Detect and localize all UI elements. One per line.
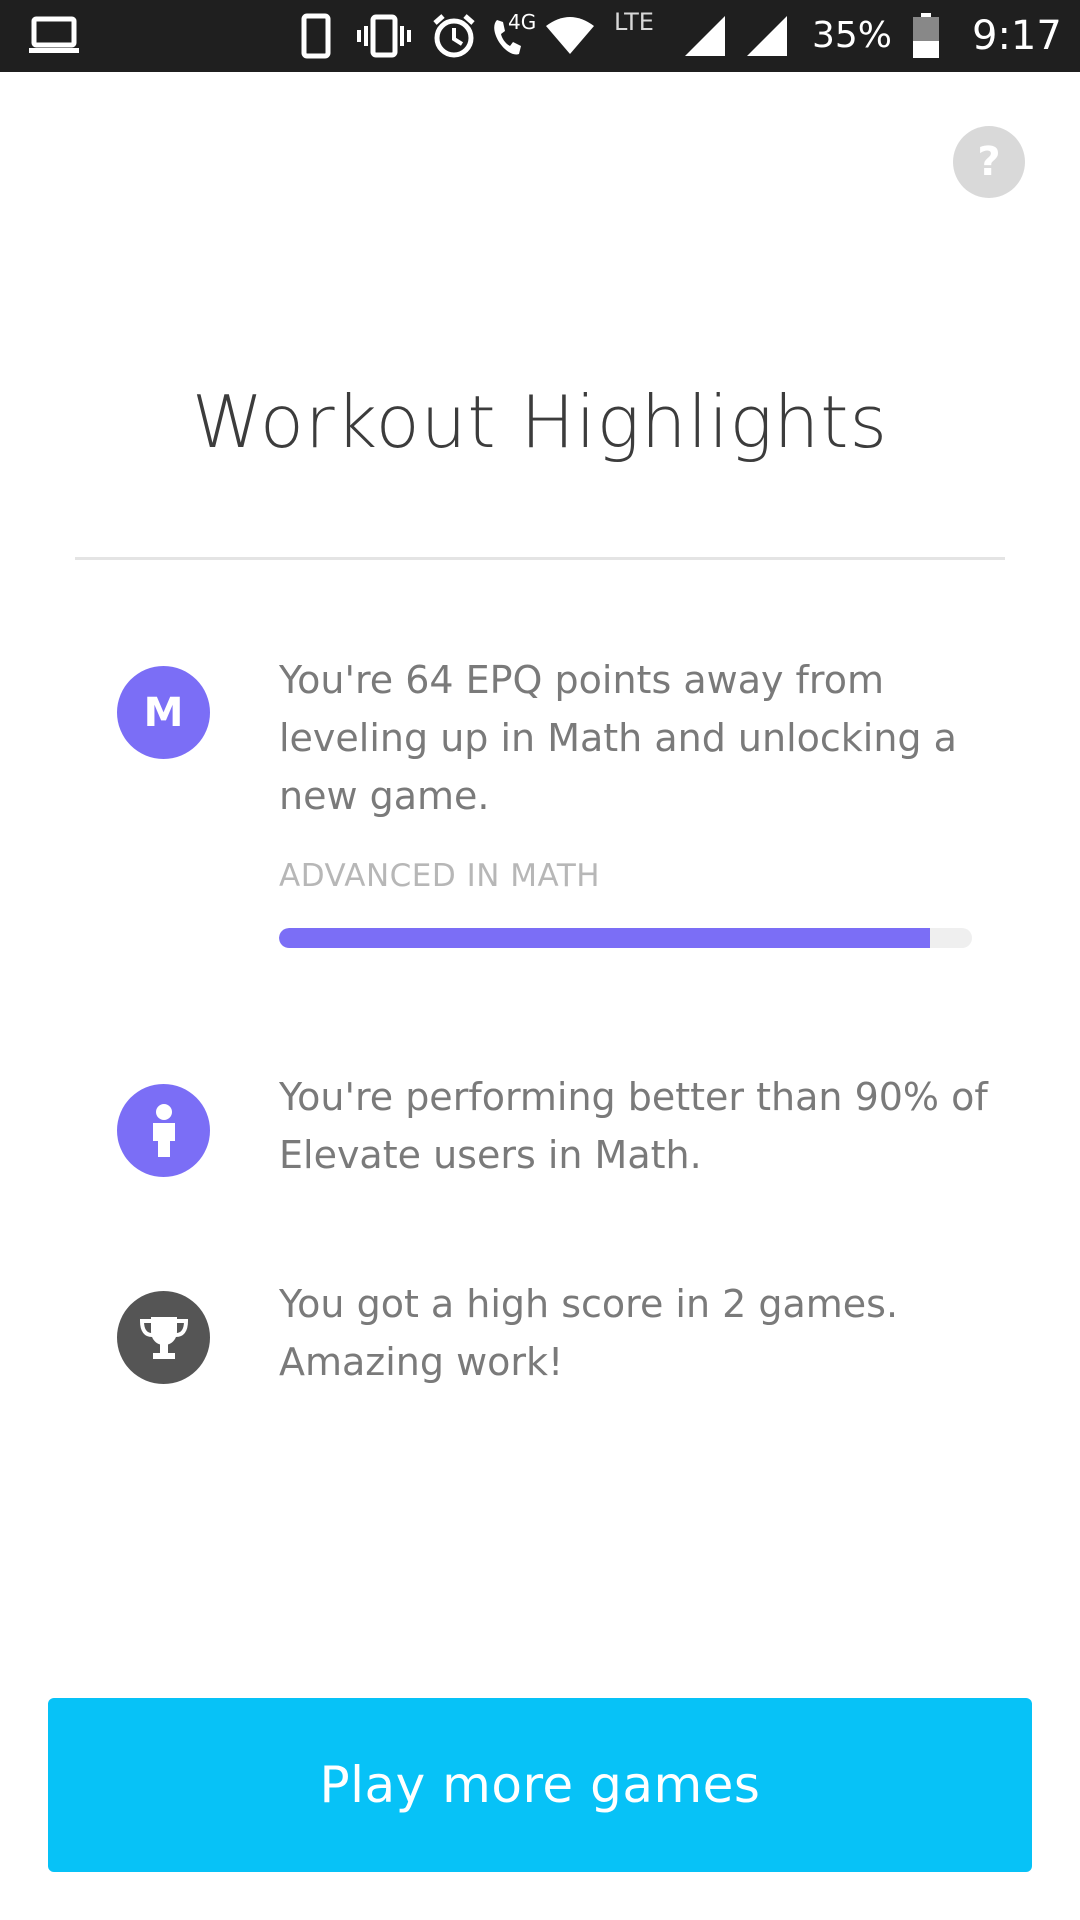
progress-label: ADVANCED IN MATH	[279, 858, 601, 894]
clock-time: 9:17	[972, 13, 1062, 59]
progress-bar	[279, 928, 972, 948]
highlight-math-progress-text: You're 64 EPQ points away from leveling …	[279, 658, 957, 818]
network-lte-label: LTE	[614, 8, 654, 36]
help-button[interactable]: ?	[953, 126, 1025, 198]
person-icon	[117, 1084, 210, 1177]
laptop-icon	[26, 0, 82, 72]
trophy-icon	[117, 1291, 210, 1384]
battery-icon	[910, 0, 942, 72]
divider	[75, 557, 1005, 560]
signal-icon-secondary	[744, 0, 790, 72]
status-bar: 4G LTE 35% 9:17	[0, 0, 1080, 72]
wifi-icon	[544, 0, 596, 72]
math-badge-icon: M	[117, 666, 210, 759]
help-icon: ?	[977, 139, 1001, 185]
battery-percent: 35%	[812, 15, 893, 56]
highlight-percentile-text: You're performing better than 90% of Ele…	[279, 1075, 988, 1177]
network-4g-label: 4G	[508, 10, 537, 34]
alarm-icon	[430, 0, 478, 72]
screen: 4G LTE 35% 9:17 ? Workout Highlights M Y…	[0, 0, 1080, 1920]
page-title: Workout Highlights	[191, 380, 889, 464]
progress-bar-fill	[279, 928, 931, 948]
signal-icon	[682, 0, 728, 72]
vibrate-icon	[356, 0, 412, 72]
play-more-games-button[interactable]: Play more games	[48, 1698, 1032, 1872]
highlight-high-score-text: You got a high score in 2 games. Amazing…	[279, 1282, 899, 1384]
phone-icon	[298, 0, 334, 72]
